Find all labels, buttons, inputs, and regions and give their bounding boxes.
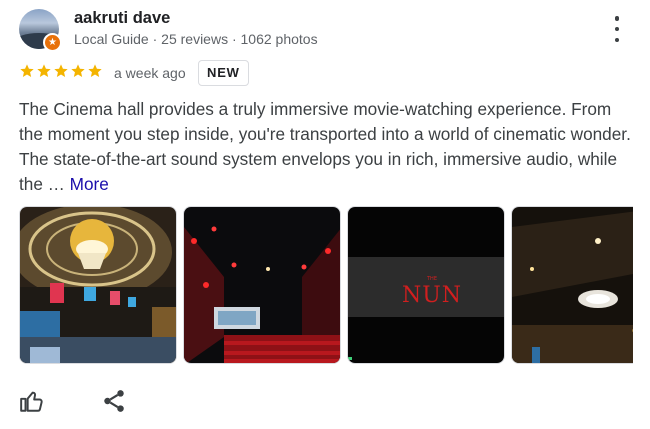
- star-rating: [19, 63, 103, 79]
- star-icon: [88, 64, 102, 77]
- lobby-photo-image: [20, 207, 176, 363]
- kebab-dot: [614, 37, 620, 42]
- reviewer-meta: Local Guide · 25 reviews · 1062 photos: [74, 31, 318, 47]
- share-icon[interactable]: [101, 388, 127, 414]
- review-text-block: The Cinema hall provides a truly immersi…: [19, 97, 634, 197]
- thumb-up-icon[interactable]: [19, 388, 45, 414]
- kebab-dot: [614, 16, 620, 21]
- review-actions: [19, 388, 127, 414]
- review-photo-screen[interactable]: THE NUN: [347, 206, 505, 364]
- star-icon: [71, 64, 85, 77]
- star-icon: [54, 64, 68, 77]
- auditorium-photo-image: [184, 207, 340, 363]
- more-vert-icon[interactable]: [606, 16, 628, 42]
- photo-strip: THE NUN dinesum: [19, 206, 633, 364]
- reviewer-name[interactable]: aakruti dave: [74, 9, 170, 28]
- review-photo-auditorium[interactable]: [183, 206, 341, 364]
- more-link[interactable]: More: [70, 174, 109, 194]
- local-guide-star-icon: ★: [43, 33, 62, 52]
- review-photo-lounge[interactable]: dinesum: [511, 206, 633, 364]
- screen-title-text: NUN: [402, 283, 462, 308]
- new-badge: NEW: [198, 60, 249, 86]
- sign-text: dinesum: [632, 326, 633, 336]
- kebab-dot: [614, 26, 620, 32]
- review-text: The Cinema hall provides a truly immersi…: [19, 99, 631, 194]
- star-icon: [37, 64, 51, 77]
- review-date: a week ago: [114, 65, 186, 81]
- star-icon: [20, 64, 34, 77]
- screen-small-text: THE: [426, 276, 437, 282]
- review-photo-lobby[interactable]: [19, 206, 177, 364]
- lounge-photo-image: dinesum: [512, 207, 633, 363]
- screen-photo-image: THE NUN: [348, 207, 504, 363]
